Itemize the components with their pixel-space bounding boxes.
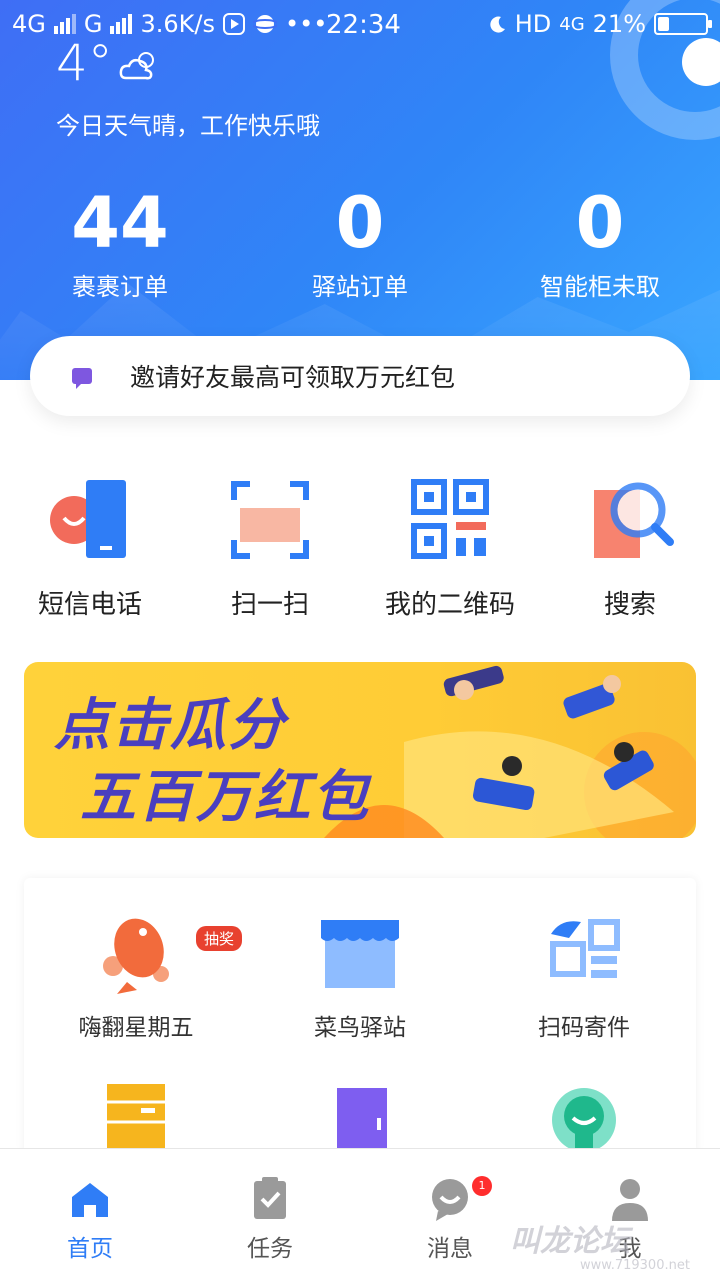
weather-greeting: 今日天气晴，工作快乐哦 <box>56 112 320 140</box>
tab-label: 任务 <box>247 1236 293 1262</box>
quick-label: 短信电话 <box>37 590 142 620</box>
home-icon <box>68 1177 112 1221</box>
banner-title-line1: 点击瓜分 <box>54 693 286 758</box>
message-icon <box>428 1177 472 1221</box>
scan-send-icon <box>539 904 629 994</box>
quick-sms-phone[interactable]: 短信电话 <box>5 470 175 621</box>
battery-icon <box>654 13 712 35</box>
store-icon <box>315 904 405 994</box>
more-dots-icon: ••• <box>284 10 328 38</box>
temperature: 4° <box>56 34 113 92</box>
stat-value: 0 <box>575 182 625 264</box>
signal-icon-2 <box>110 14 133 34</box>
lottery-badge: 抽奖 <box>196 926 243 951</box>
stat-value: 44 <box>71 182 169 264</box>
network-label: 4G <box>12 10 46 38</box>
quick-label: 搜索 <box>603 590 656 620</box>
speed-text: 3.6K/s <box>140 10 215 38</box>
services-panel: 抽奖 嗨翻星期五 菜鸟驿站 扫码寄件 <box>24 878 696 1158</box>
network-label-3: 4G <box>559 13 585 35</box>
user-icon <box>608 1177 652 1221</box>
quick-label: 扫一扫 <box>230 590 309 620</box>
service-label: 嗨翻星期五 <box>78 1015 194 1041</box>
quick-label: 我的二维码 <box>384 590 515 620</box>
moon-icon <box>490 16 505 33</box>
tab-label: 首页 <box>67 1236 113 1262</box>
invite-text: 邀请好友最高可领取万元红包 <box>130 363 456 392</box>
quick-my-qr[interactable]: 我的二维码 <box>365 470 535 621</box>
service-label: 菜鸟驿站 <box>314 1015 406 1041</box>
invite-bar[interactable]: 邀请好友最高可领取万元红包 <box>30 336 690 416</box>
tab-tasks[interactable]: 任务 <box>180 1149 360 1281</box>
planet-app-icon <box>252 15 277 33</box>
services-row: 抽奖 嗨翻星期五 菜鸟驿站 扫码寄件 <box>24 904 696 1042</box>
stat-label: 智能柜未取 <box>540 273 660 301</box>
fish-icon <box>91 904 181 994</box>
stat-label: 裹裹订单 <box>72 273 168 301</box>
service-cainiao-station[interactable]: 菜鸟驿站 <box>248 904 472 1042</box>
task-icon <box>248 1177 292 1221</box>
header-banner: 4G G 3.6K/s ••• 22:34 HD 4G 21% 4° 今日天气晴… <box>0 0 720 380</box>
stat-parcel-orders[interactable]: 44 裹裹订单 <box>0 185 240 302</box>
stat-station-orders[interactable]: 0 驿站订单 <box>240 185 480 302</box>
stat-label: 驿站订单 <box>312 273 408 301</box>
chat-icon <box>72 368 92 389</box>
promo-banner[interactable]: 点击瓜分 五百万红包 <box>24 662 696 838</box>
video-app-icon <box>222 13 245 35</box>
signal-icon <box>53 14 76 34</box>
hd-label: HD <box>514 10 552 38</box>
scan-icon <box>220 470 320 570</box>
quick-scan[interactable]: 扫一扫 <box>185 470 355 621</box>
service-friday[interactable]: 抽奖 嗨翻星期五 <box>24 904 248 1042</box>
stat-locker-uncollected[interactable]: 0 智能柜未取 <box>480 185 720 302</box>
quick-actions: 短信电话 扫一扫 我的二维码 搜索 <box>0 470 720 621</box>
cloudy-sun-icon <box>119 52 154 80</box>
phone-message-icon <box>40 470 140 570</box>
unread-badge: 1 <box>472 1176 492 1196</box>
tab-home[interactable]: 首页 <box>0 1149 180 1281</box>
service-label: 扫码寄件 <box>538 1015 630 1041</box>
stat-value: 0 <box>335 182 385 264</box>
qr-code-icon <box>400 470 500 570</box>
watermark-url: www.719300.net <box>580 1258 690 1273</box>
stats-row: 44 裹裹订单 0 驿站订单 0 智能柜未取 <box>0 185 720 302</box>
banner-title-line2: 五百万红包 <box>80 765 370 830</box>
battery-percent: 21% <box>592 10 646 38</box>
clock: 22:34 <box>326 10 401 40</box>
search-icon <box>580 470 680 570</box>
quick-search[interactable]: 搜索 <box>545 470 715 621</box>
service-scan-send[interactable]: 扫码寄件 <box>472 904 696 1042</box>
